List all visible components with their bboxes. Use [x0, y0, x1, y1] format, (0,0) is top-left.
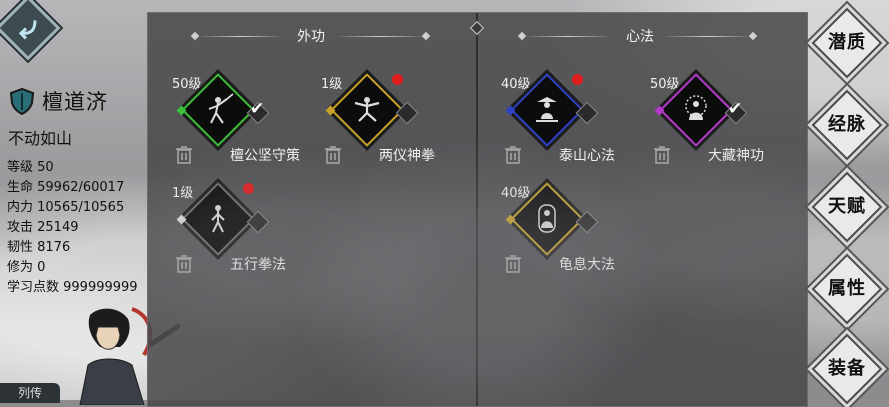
return-arrow-icon: [18, 20, 37, 40]
character-title: 不动如山: [8, 129, 73, 148]
nav-attributes[interactable]: 属性: [811, 253, 883, 325]
skill-level: 1级: [172, 186, 194, 201]
trash-icon[interactable]: [654, 146, 670, 164]
meditating-monk-icon: [536, 97, 558, 122]
nav-label: 装备: [828, 358, 866, 379]
biography-tab[interactable]: 列传: [0, 383, 60, 403]
skill-level: 40级: [501, 186, 531, 201]
new-indicator-dot: [392, 74, 403, 85]
character-name: 檀道济: [42, 90, 108, 114]
skill-card[interactable]: 1级 两仪神拳: [321, 73, 471, 164]
skill-name: 檀公坚守策: [230, 148, 300, 164]
skill-level: 50级: [172, 77, 202, 92]
trash-icon[interactable]: [176, 146, 192, 164]
section-title-external: 外功: [297, 29, 325, 45]
skill-level: 50级: [650, 77, 680, 92]
nav-equipment[interactable]: 装备: [811, 333, 883, 405]
seated-monk-icon: [538, 204, 556, 233]
stat-level: 等级 50: [7, 160, 54, 175]
standing-fighter-icon: [211, 205, 225, 233]
swordsman-figure-icon: [208, 93, 234, 124]
skill-card[interactable]: 40级 龟息大法: [501, 182, 651, 273]
panel-divider: [476, 13, 478, 406]
nav-label: 经脉: [828, 114, 866, 135]
section-line: [523, 36, 613, 37]
section-ornament: [190, 31, 200, 41]
trash-icon[interactable]: [505, 255, 521, 273]
skills-panel: 外功 心法 50级 ✔ 檀公坚守策 1级 两仪神拳 1级 五行拳法 40级 泰山…: [147, 12, 808, 407]
section-ornament: [517, 31, 527, 41]
skill-name: 两仪神拳: [379, 148, 435, 164]
stat-hp: 生命 59962/60017: [7, 180, 125, 195]
skill-name: 五行拳法: [230, 257, 286, 273]
skill-name: 大藏神功: [708, 148, 764, 164]
skill-card[interactable]: 50级 ✔ 大藏神功: [650, 73, 800, 164]
divider-ornament: [469, 20, 485, 36]
section-ornament: [421, 31, 431, 41]
new-indicator-dot: [572, 74, 583, 85]
section-title-internal: 心法: [626, 29, 654, 45]
section-line: [663, 36, 753, 37]
skill-name: 泰山心法: [559, 148, 615, 164]
buddha-halo-icon: [685, 95, 707, 120]
stat-mp: 内力 10565/10565: [7, 200, 125, 215]
shield-icon: [9, 87, 35, 115]
nav-label: 属性: [828, 278, 866, 299]
nav-meridians[interactable]: 经脉: [811, 89, 883, 161]
fighter-stance-icon: [354, 97, 380, 122]
section-line: [196, 36, 286, 37]
skill-card[interactable]: 50级 ✔ 檀公坚守策: [172, 73, 322, 164]
section-line: [336, 36, 426, 37]
checkmark-icon: ✔: [728, 99, 743, 119]
character-stats: 等级 50 生命 59962/60017 内力 10565/10565 攻击 2…: [7, 158, 138, 298]
stat-toughness: 韧性 8176: [7, 240, 71, 255]
checkmark-icon: ✔: [250, 99, 265, 119]
skill-name: 龟息大法: [559, 257, 615, 273]
stat-cultivation: 修为 0: [7, 260, 46, 275]
trash-icon[interactable]: [176, 255, 192, 273]
stat-attack: 攻击 25149: [7, 220, 79, 235]
trash-icon[interactable]: [325, 146, 341, 164]
skill-level: 40级: [501, 77, 531, 92]
skill-card[interactable]: 40级 泰山心法: [501, 73, 651, 164]
nav-label: 潜质: [828, 32, 866, 53]
character-header: 檀道济: [8, 86, 108, 116]
section-ornament: [748, 31, 758, 41]
nav-potential[interactable]: 潜质: [811, 7, 883, 79]
skill-level: 1级: [321, 77, 343, 92]
skill-card[interactable]: 1级 五行拳法: [172, 182, 322, 273]
nav-label: 天赋: [828, 196, 866, 217]
trash-icon[interactable]: [505, 146, 521, 164]
nav-talent[interactable]: 天赋: [811, 171, 883, 243]
new-indicator-dot: [243, 183, 254, 194]
stat-learning-points: 学习点数 999999999: [7, 280, 138, 295]
